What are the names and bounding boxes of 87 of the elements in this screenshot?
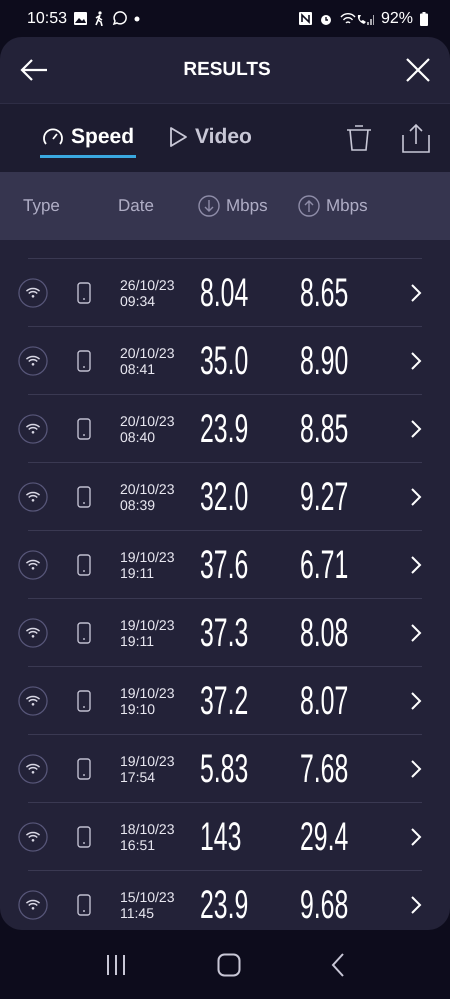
date-time: 20/10/23 08:39 [120,480,176,512]
date-time: 19/10/23 19:11 [120,616,176,648]
battery-level: 92% [380,10,413,28]
download-speed: 23.9 [200,408,248,448]
upload-speed: 8.07 [300,680,348,720]
back-arrow-icon[interactable] [20,58,48,82]
dot-icon [134,16,140,22]
gallery-icon [74,12,88,25]
phone-icon [77,826,91,848]
clock-time: 10:53 [27,10,68,28]
download-speed: 143 [200,816,242,856]
column-header: Mbps [326,196,368,216]
battery-icon [420,12,428,26]
upload-speed: 8.85 [300,408,348,448]
download-speed: 32.0 [200,476,248,516]
walking-icon [94,11,106,26]
wifi-icon [18,888,48,920]
upload-speed: 9.27 [300,476,348,516]
tab[interactable]: Speed [40,118,136,158]
download-speed: 5.83 [200,748,248,788]
wifi-icon [18,276,48,308]
tab[interactable]: Video [166,118,254,158]
date-time: 19/10/23 17:54 [120,752,176,784]
date-time: 20/10/23 08:40 [120,412,176,444]
download-speed: 8.04 [200,272,248,312]
phone-icon [77,622,91,644]
screen-title: RESULTS [183,59,271,81]
phone-icon [77,418,91,440]
back-icon[interactable] [331,952,345,976]
upload-speed: 8.90 [300,340,348,380]
phone-icon [77,486,91,508]
chevron-right-icon[interactable] [410,554,422,574]
download-speed: 37.3 [200,612,248,652]
upload-speed: 6.71 [300,544,348,584]
chevron-right-icon[interactable] [410,418,422,438]
phone-icon [77,282,91,304]
close-icon[interactable] [406,58,430,82]
phone-icon [77,894,91,916]
wifi-icon [18,548,48,580]
chevron-right-icon[interactable] [410,622,422,642]
phone-icon [77,758,91,780]
chevron-right-icon[interactable] [410,350,422,370]
phone-icon [77,690,91,712]
column-header: Mbps [226,196,268,216]
chevron-right-icon[interactable] [410,826,422,846]
gauge-icon [42,126,64,146]
download-icon [198,195,220,217]
date-time: 19/10/23 19:10 [120,684,176,716]
upload-speed: 29.4 [300,816,348,856]
wifi-icon [18,616,48,648]
wifi-icon [18,344,48,376]
home-icon[interactable] [217,952,241,976]
date-time: 19/10/23 19:11 [120,548,176,580]
play-icon [168,126,188,148]
upload-icon [298,195,320,217]
wifi-icon [18,412,48,444]
upload-speed: 8.08 [300,612,348,652]
download-speed: 37.6 [200,544,248,584]
date-time: 15/10/23 11:45 [120,888,176,920]
chevron-right-icon[interactable] [410,894,422,914]
chevron-right-icon[interactable] [410,690,422,710]
wifi-icon [18,820,48,852]
upload-speed: 9.68 [300,884,348,924]
chevron-right-icon[interactable] [410,282,422,302]
wifi-icon [18,752,48,784]
chevron-right-icon[interactable] [410,486,422,506]
chevron-right-icon[interactable] [410,758,422,778]
download-speed: 37.2 [200,680,248,720]
wifi-call-icon [340,12,374,26]
chat-icon [112,11,128,26]
upload-speed: 8.65 [300,272,348,312]
nfc-icon [298,12,312,25]
phone-icon [77,554,91,576]
recent-apps-icon[interactable] [105,954,127,976]
trash-icon[interactable] [346,124,372,152]
download-speed: 23.9 [200,884,248,924]
phone-icon [77,350,91,372]
date-time: 18/10/23 16:51 [120,820,176,852]
column-header: Date [118,196,154,216]
download-speed: 35.0 [200,340,248,380]
date-time: 26/10/23 09:34 [120,276,176,308]
upload-speed: 7.68 [300,748,348,788]
wifi-icon [18,480,48,512]
share-icon[interactable] [402,123,430,153]
column-header: Type [23,196,60,216]
date-time: 20/10/23 08:41 [120,344,176,376]
wifi-icon [18,684,48,716]
